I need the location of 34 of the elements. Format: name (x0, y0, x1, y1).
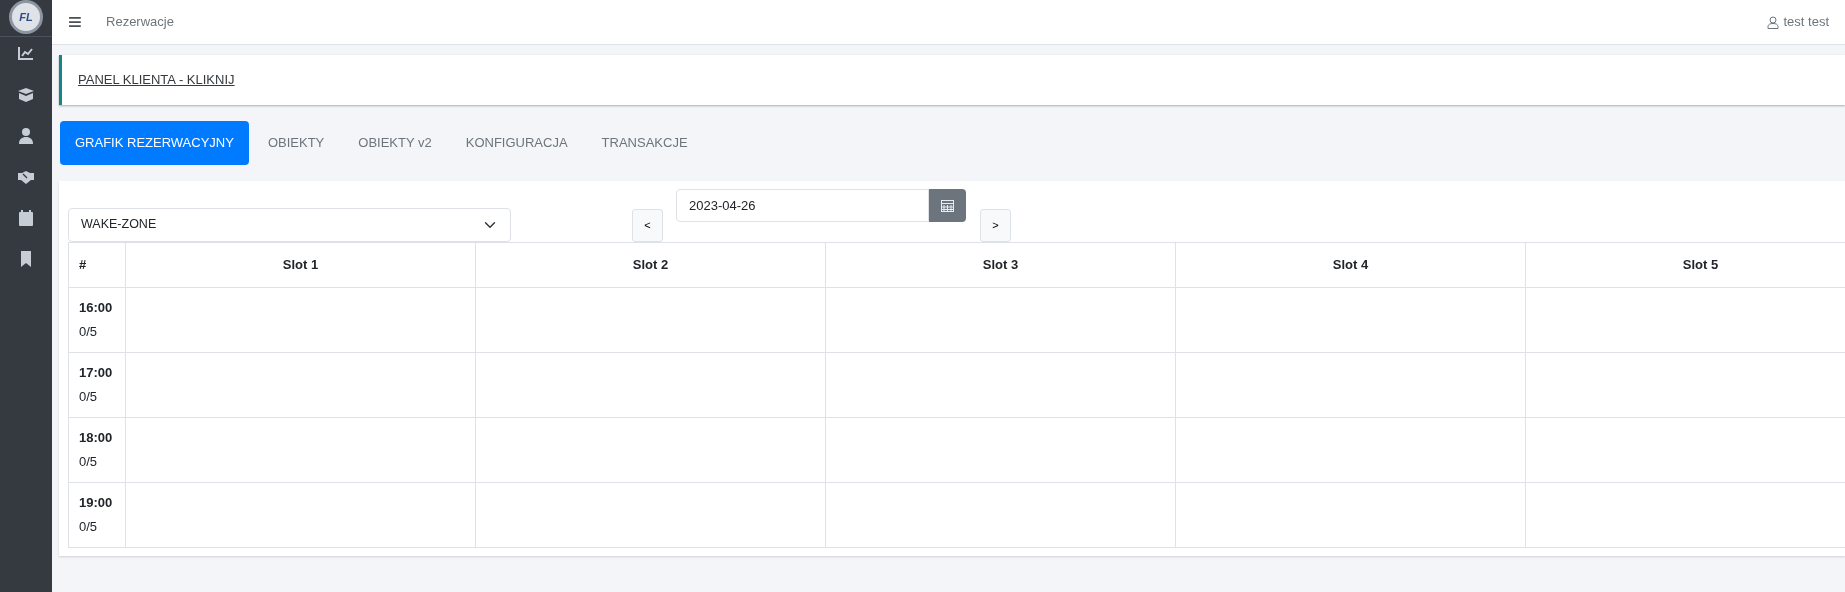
tab[interactable]: GRAFIK REZERWACYJNY (60, 121, 249, 165)
calendar-icon[interactable] (17, 209, 35, 227)
tab[interactable]: OBIEKTY (252, 121, 340, 165)
facility-select[interactable]: WAKE-ZONE (68, 207, 511, 242)
slot-count: 0/5 (79, 387, 99, 406)
time-label: 17:00 (79, 364, 114, 382)
column-header: Slot 3 (825, 242, 1176, 287)
time-label: 16:00 (79, 299, 114, 317)
user-icon (1767, 15, 1780, 29)
column-header: # (68, 242, 126, 287)
logo: FL (9, 0, 43, 34)
panel-link[interactable]: PANEL KLIENTA - KLIKNIJ (78, 70, 235, 90)
prev-button[interactable]: < (632, 208, 663, 242)
tab[interactable]: OBIEKTY v2 (343, 121, 447, 165)
chart-icon[interactable] (17, 45, 35, 63)
column-header: Slot 4 (1175, 242, 1526, 287)
calendar-icon (941, 198, 954, 212)
slot-count: 0/5 (79, 452, 99, 471)
column-header: Slot 1 (125, 242, 476, 287)
page-title: Rezerwacje (106, 13, 174, 32)
time-label: 18:00 (79, 429, 114, 447)
time-label: 19:00 (79, 494, 114, 512)
slot-count: 0/5 (79, 322, 99, 341)
user-menu[interactable]: test test (1767, 12, 1829, 32)
menu-icon[interactable]: ≡ (68, 10, 82, 34)
handshake-icon[interactable] (17, 168, 35, 186)
tab[interactable]: TRANSAKCJE (586, 121, 703, 165)
box-icon[interactable] (17, 86, 35, 104)
column-header: Slot 5 (1525, 242, 1845, 287)
slot-count: 0/5 (79, 517, 99, 536)
person-icon[interactable] (17, 127, 35, 145)
tab[interactable]: KONFIGURACJA (450, 121, 583, 165)
next-button[interactable]: > (980, 208, 1011, 242)
column-header: Slot 2 (475, 242, 826, 287)
